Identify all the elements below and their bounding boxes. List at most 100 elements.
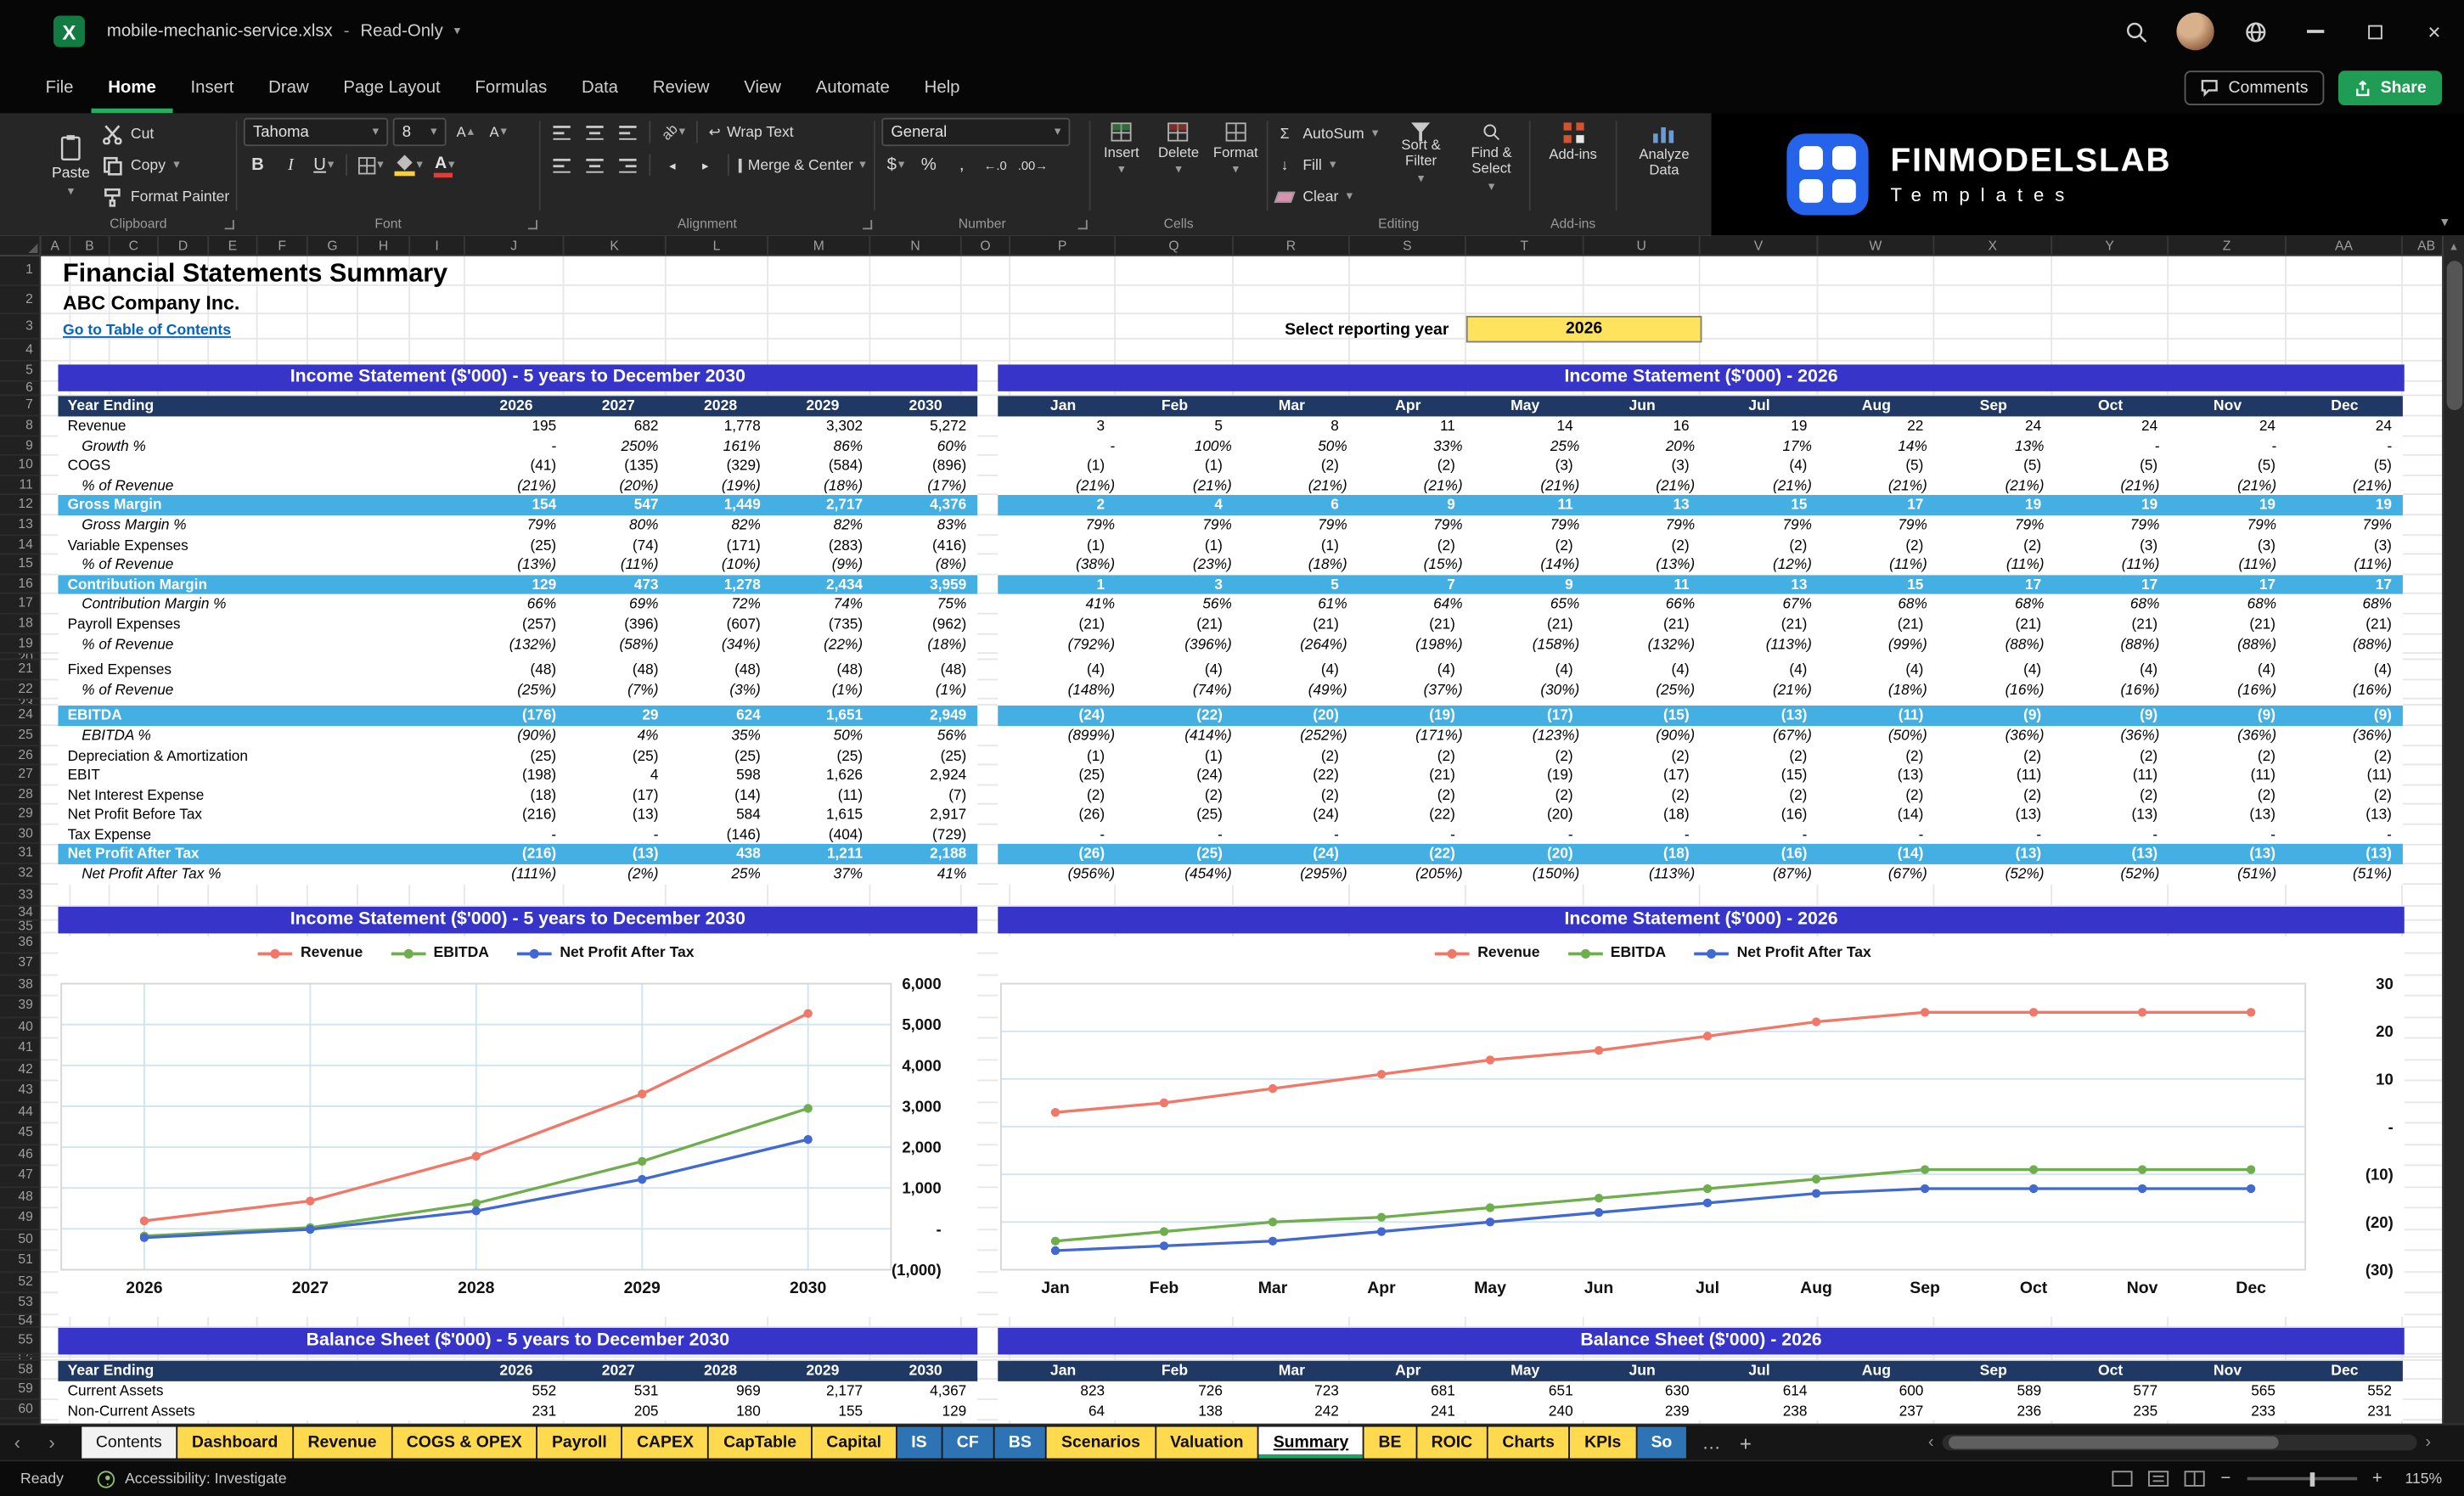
column-header[interactable]: N	[870, 235, 962, 255]
cell[interactable]	[998, 575, 1010, 594]
zoom-out-button[interactable]: −	[2220, 1469, 2231, 1488]
cell[interactable]: 4	[1116, 496, 1234, 515]
cell[interactable]: 50%	[772, 726, 874, 745]
cell[interactable]	[998, 496, 1010, 515]
column-header[interactable]: K	[564, 235, 667, 255]
cell[interactable]: (26)	[1010, 845, 1116, 864]
cell[interactable]: (21)	[2169, 615, 2287, 634]
cell[interactable]: May	[1466, 1361, 1584, 1381]
align-right-button[interactable]	[613, 151, 641, 179]
cell[interactable]: (11)	[2287, 766, 2403, 785]
cell[interactable]: (1)	[1010, 745, 1116, 765]
cut-button[interactable]: Cut	[103, 120, 230, 148]
cell[interactable]: 7	[1350, 575, 1466, 594]
cell[interactable]: 79%	[1021, 515, 1126, 535]
cell[interactable]: (24)	[1116, 766, 1234, 785]
cell[interactable]: (252%)	[1243, 726, 1359, 745]
cell[interactable]: EBIT	[58, 766, 464, 785]
row-header[interactable]: 12	[0, 496, 40, 516]
cell[interactable]: (17%)	[874, 475, 977, 495]
cell[interactable]: (11%)	[2170, 555, 2287, 575]
cell[interactable]: 154	[465, 496, 567, 515]
cell[interactable]	[998, 396, 1010, 416]
grow-font-button[interactable]: A ▴	[451, 118, 479, 146]
spreadsheet-canvas[interactable]: Financial Statements Summary ABC Company…	[41, 256, 2443, 1424]
row-header[interactable]: 5	[0, 362, 40, 382]
row-header[interactable]: 16	[0, 575, 40, 595]
cell[interactable]: 24	[2169, 416, 2287, 436]
cell[interactable]: Depreciation & Amortization	[58, 745, 464, 765]
cell[interactable]: 589	[1934, 1381, 2052, 1401]
cell[interactable]: 129	[874, 1401, 977, 1420]
column-header[interactable]: Y	[2052, 235, 2169, 255]
cell[interactable]: (21)	[1466, 615, 1584, 634]
cell[interactable]: (25)	[465, 745, 567, 765]
row-header[interactable]: 23	[0, 700, 40, 706]
cell[interactable]: Jan	[1010, 396, 1116, 416]
cell[interactable]: Net Profit Before Tax	[58, 805, 464, 824]
cell[interactable]: (4)	[2052, 661, 2169, 680]
cell[interactable]: % of Revenue	[58, 475, 464, 495]
cell[interactable]: Oct	[2052, 396, 2169, 416]
cell[interactable]: -	[1584, 824, 1701, 844]
cell[interactable]: Jun	[1584, 1361, 1701, 1381]
cell[interactable]: (2)	[1234, 745, 1350, 765]
cell[interactable]	[998, 475, 1021, 495]
cell[interactable]: 1,211	[772, 845, 874, 864]
cell[interactable]	[998, 515, 1021, 535]
cell[interactable]: (171%)	[1359, 726, 1474, 745]
cell[interactable]: 13	[1584, 496, 1701, 515]
decrease-decimal-button[interactable]: .00→	[1015, 151, 1051, 179]
cell[interactable]: (4)	[1466, 661, 1584, 680]
cell[interactable]: -	[1934, 824, 2052, 844]
cell[interactable]: (2)	[1701, 745, 1819, 765]
sheet-tab-captable[interactable]: CapTable	[709, 1426, 811, 1459]
row-header[interactable]: 49	[0, 1209, 40, 1230]
cell[interactable]: (17)	[1584, 766, 1701, 785]
cell[interactable]: Nov	[2169, 396, 2287, 416]
cell[interactable]: -	[2052, 824, 2169, 844]
cell[interactable]: 2028	[669, 396, 771, 416]
cell[interactable]: Net Profit After Tax	[58, 845, 464, 864]
cell[interactable]: (21%)	[1706, 475, 1823, 495]
row-header[interactable]: 51	[0, 1251, 40, 1273]
cell[interactable]: (21%)	[1590, 475, 1706, 495]
column-header[interactable]: AB	[2403, 236, 2442, 255]
cell[interactable]: 14%	[1823, 436, 1938, 456]
cell[interactable]: 64%	[1359, 594, 1474, 614]
cell[interactable]: (9%)	[772, 555, 874, 575]
cell[interactable]: (3%)	[669, 680, 771, 700]
format-cells-button[interactable]: Format ▾	[1211, 118, 1260, 212]
cell[interactable]: 236	[1934, 1401, 2052, 1420]
column-header[interactable]: X	[1934, 235, 2053, 255]
menu-tab-formulas[interactable]: Formulas	[458, 63, 565, 113]
scroll-left-icon[interactable]: ‹	[1921, 1433, 1942, 1452]
menu-tab-automate[interactable]: Automate	[798, 63, 907, 113]
row-header[interactable]: 39	[0, 997, 40, 1018]
monthly-income-chart[interactable]: Revenue EBITDA Net Profit After Tax 30 20 10 -…	[998, 936, 2405, 1317]
cell[interactable]: -	[1701, 824, 1819, 844]
cell[interactable]: 4,376	[874, 496, 977, 515]
cell[interactable]: 33%	[1359, 436, 1474, 456]
accounting-format-button[interactable]: $ ▾	[881, 151, 909, 179]
cell[interactable]: 2026	[465, 396, 567, 416]
cell[interactable]: (13)	[2169, 805, 2287, 824]
cell[interactable]: 2,917	[874, 805, 977, 824]
cell[interactable]: (17)	[567, 785, 669, 805]
cell[interactable]: 584	[669, 805, 771, 824]
cell[interactable]: (22)	[1116, 706, 1234, 726]
cell[interactable]: (14)	[1818, 845, 1934, 864]
find-select-button[interactable]: Find & Select ▾	[1460, 118, 1523, 212]
cell[interactable]: (21%)	[2170, 475, 2287, 495]
cell[interactable]: (19)	[1466, 766, 1584, 785]
cell[interactable]: (36%)	[2287, 726, 2403, 745]
cell[interactable]	[998, 416, 1010, 436]
cell[interactable]: (13)	[2169, 845, 2287, 864]
cell[interactable]: 68%	[2170, 594, 2287, 614]
cell[interactable]: -	[2169, 824, 2287, 844]
cell[interactable]: (21)	[1010, 615, 1116, 634]
cell[interactable]: 8	[1234, 416, 1350, 436]
cell[interactable]: (1)	[1010, 456, 1116, 475]
cell[interactable]: (18)	[465, 785, 567, 805]
column-header[interactable]: J	[465, 235, 565, 255]
